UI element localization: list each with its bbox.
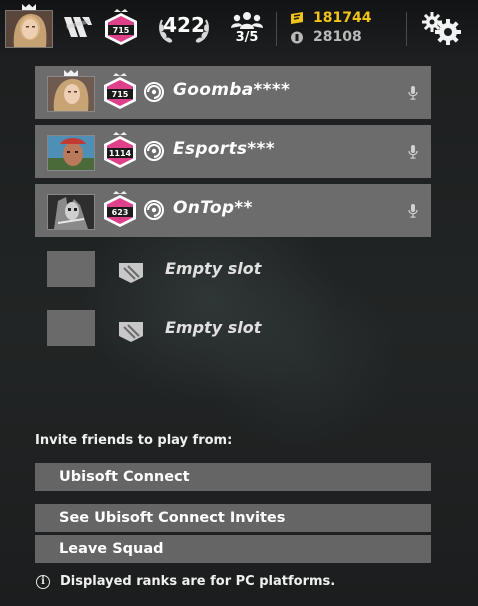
member-name: Goomba**** — [173, 80, 291, 100]
squad-member-row[interactable]: 715 Goomba**** — [35, 66, 431, 119]
r6-credits-value: 181744 — [313, 10, 372, 26]
renown-value: 28108 — [313, 29, 362, 45]
chevron-rank-icon — [64, 17, 92, 37]
microphone-icon[interactable] — [408, 204, 418, 218]
member-avatar — [47, 194, 95, 230]
ubisoft-connect-button[interactable]: Ubisoft Connect — [35, 463, 431, 491]
squad-count: 3/5 — [235, 30, 259, 45]
empty-slot-label: Empty slot — [165, 259, 262, 278]
player-rank-badge: 715 — [102, 9, 140, 47]
level-value: 422 — [163, 13, 205, 37]
member-avatar — [47, 135, 95, 171]
r6-credits-icon — [291, 12, 303, 24]
member-rank-value: 623 — [111, 208, 129, 217]
squad-member-row[interactable]: 1114 Esports*** — [35, 125, 431, 178]
info-text: Displayed ranks are for PC platforms. — [60, 574, 336, 589]
empty-slot[interactable]: Empty slot — [35, 310, 431, 358]
member-rank-badge: 1114 — [101, 132, 139, 170]
empty-rank-icon — [119, 322, 143, 342]
member-name: OnTop** — [173, 198, 253, 218]
empty-rank-icon — [119, 263, 143, 283]
empty-slot[interactable]: Empty slot — [35, 251, 431, 299]
header-divider — [276, 12, 277, 46]
member-rank-value: 715 — [111, 90, 129, 99]
ubisoft-icon — [144, 200, 164, 220]
microphone-icon[interactable] — [408, 86, 418, 100]
ubisoft-icon — [144, 141, 164, 161]
member-rank-value: 1114 — [108, 149, 132, 158]
header-divider — [406, 12, 407, 46]
see-invites-button[interactable]: See Ubisoft Connect Invites — [35, 504, 431, 532]
microphone-icon[interactable] — [408, 145, 418, 159]
squad-icon — [231, 12, 263, 29]
level-display: 422 — [156, 10, 212, 46]
member-rank-badge: 623 — [101, 191, 139, 229]
renown-icon — [291, 31, 303, 44]
member-avatar — [47, 76, 95, 112]
profile-avatar[interactable] — [5, 10, 53, 48]
empty-slot-label: Empty slot — [165, 318, 262, 337]
empty-slot-avatar — [47, 251, 95, 287]
player-rank-value: 715 — [112, 26, 130, 35]
member-rank-badge: 715 — [101, 73, 139, 111]
invite-label: Invite friends to play from: — [35, 433, 233, 448]
settings-gear-icon[interactable] — [420, 10, 464, 46]
ubisoft-icon — [144, 82, 164, 102]
leave-squad-button[interactable]: Leave Squad — [35, 535, 431, 563]
info-icon: i — [36, 575, 50, 589]
squad-member-row[interactable]: 623 OnTop** — [35, 184, 431, 237]
member-name: Esports*** — [173, 139, 275, 159]
empty-slot-avatar — [47, 310, 95, 346]
